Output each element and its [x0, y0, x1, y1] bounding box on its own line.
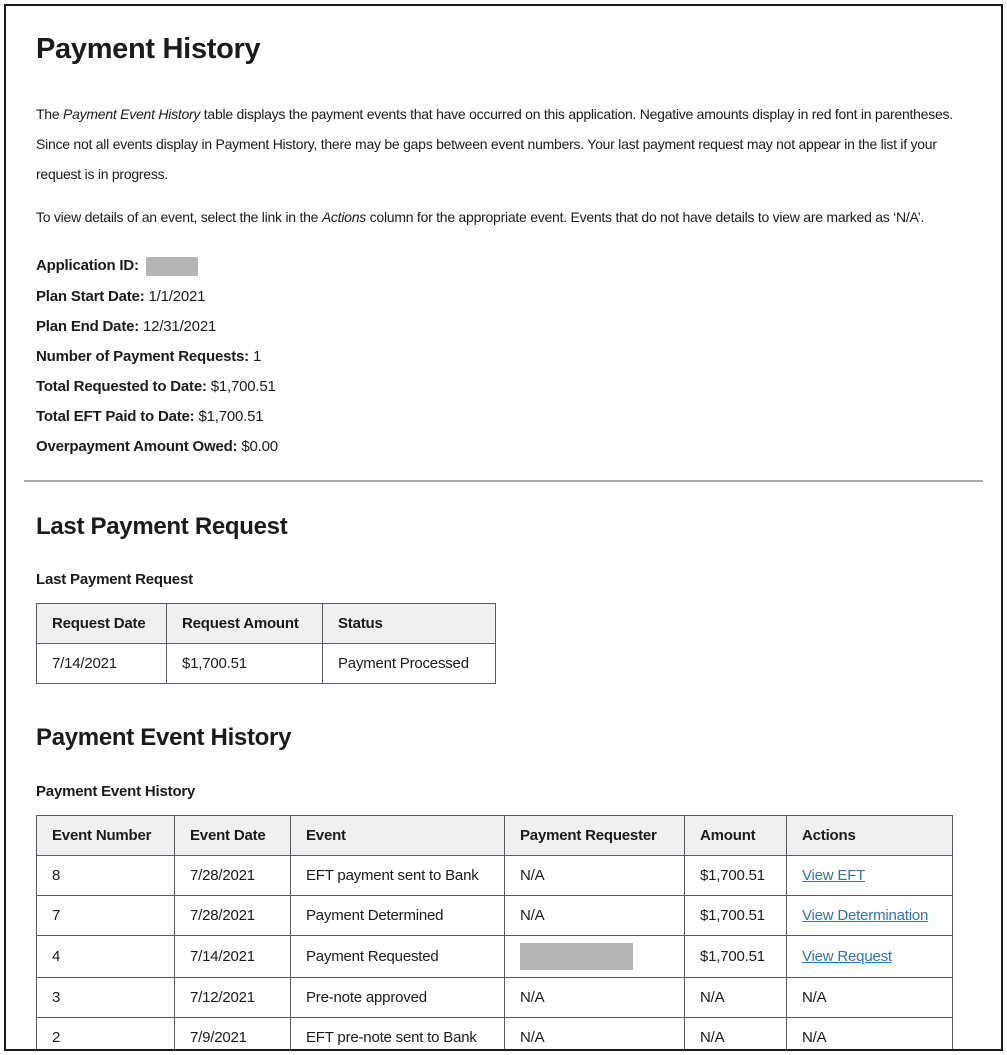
- payment-requester-cell: N/A: [505, 856, 685, 896]
- application-details: Application ID: Plan Start Date: 1/1/202…: [36, 256, 971, 456]
- detail-value: 12/31/2021: [143, 318, 216, 335]
- request-amount-cell: $1,700.51: [167, 644, 323, 684]
- payment-requester-cell: [505, 936, 685, 978]
- amount-cell: $1,700.51: [685, 936, 787, 978]
- payment-requester-cell: N/A: [505, 1018, 685, 1051]
- event-date-cell: 7/12/2021: [175, 978, 291, 1018]
- amount-cell: $1,700.51: [685, 856, 787, 896]
- detail-value: $0.00: [241, 438, 278, 455]
- event-number-cell: 8: [37, 856, 175, 896]
- column-header-event: Event: [291, 816, 505, 856]
- page-frame: Payment History The Payment Event Histor…: [4, 4, 1003, 1051]
- table-row: 2 7/9/2021 EFT pre-note sent to Bank N/A…: [37, 1018, 953, 1051]
- last-payment-request-table: Request Date Request Amount Status 7/14/…: [36, 603, 496, 684]
- event-cell: EFT payment sent to Bank: [291, 856, 505, 896]
- detail-value: $1,700.51: [211, 378, 276, 395]
- intro-paragraph-1: The Payment Event History table displays…: [36, 99, 971, 189]
- section-divider: [24, 480, 983, 482]
- event-date-cell: 7/28/2021: [175, 896, 291, 936]
- intro-p2-pre: To view details of an event, select the …: [36, 209, 322, 225]
- detail-application-id: Application ID:: [36, 256, 971, 276]
- page-content: Payment History The Payment Event Histor…: [6, 33, 1001, 1051]
- redaction-box: [146, 257, 198, 276]
- payment-requester-cell: N/A: [505, 896, 685, 936]
- event-cell: EFT pre-note sent to Bank: [291, 1018, 505, 1051]
- detail-label: Number of Payment Requests:: [36, 348, 249, 365]
- event-number-cell: 3: [37, 978, 175, 1018]
- request-date-cell: 7/14/2021: [37, 644, 167, 684]
- detail-total-eft-paid: Total EFT Paid to Date: $1,700.51: [36, 407, 971, 426]
- detail-number-of-payment-requests: Number of Payment Requests: 1: [36, 347, 971, 366]
- column-header-status: Status: [323, 604, 496, 644]
- payment-event-history-heading: Payment Event History: [36, 724, 971, 752]
- actions-cell: View Determination: [787, 896, 953, 936]
- table-row: 4 7/14/2021 Payment Requested $1,700.51 …: [37, 936, 953, 978]
- column-header-payment-requester: Payment Requester: [505, 816, 685, 856]
- detail-overpayment-owed: Overpayment Amount Owed: $0.00: [36, 437, 971, 456]
- intro-p1-italic: Payment Event History: [63, 106, 200, 122]
- detail-label: Total Requested to Date:: [36, 378, 207, 395]
- detail-value: 1: [253, 348, 261, 365]
- table-row: 8 7/28/2021 EFT payment sent to Bank N/A…: [37, 856, 953, 896]
- event-date-cell: 7/28/2021: [175, 856, 291, 896]
- detail-label: Application ID:: [36, 257, 139, 274]
- amount-cell: $1,700.51: [685, 896, 787, 936]
- event-date-cell: 7/9/2021: [175, 1018, 291, 1051]
- table-row: 3 7/12/2021 Pre-note approved N/A N/A N/…: [37, 978, 953, 1018]
- detail-plan-end-date: Plan End Date: 12/31/2021: [36, 317, 971, 336]
- view-request-link[interactable]: View Request: [802, 948, 892, 965]
- column-header-event-number: Event Number: [37, 816, 175, 856]
- payment-event-history-table: Event Number Event Date Event Payment Re…: [36, 815, 953, 1051]
- payment-event-history-caption: Payment Event History: [36, 783, 971, 800]
- redaction-box: [520, 943, 633, 970]
- detail-plan-start-date: Plan Start Date: 1/1/2021: [36, 287, 971, 306]
- view-eft-link[interactable]: View EFT: [802, 867, 865, 884]
- column-header-actions: Actions: [787, 816, 953, 856]
- event-date-cell: 7/14/2021: [175, 936, 291, 978]
- detail-label: Total EFT Paid to Date:: [36, 408, 194, 425]
- view-determination-link[interactable]: View Determination: [802, 907, 928, 924]
- event-number-cell: 7: [37, 896, 175, 936]
- actions-cell: N/A: [787, 1018, 953, 1051]
- last-payment-request-heading: Last Payment Request: [36, 513, 971, 541]
- detail-value: 1/1/2021: [148, 288, 205, 305]
- actions-cell: View EFT: [787, 856, 953, 896]
- status-cell: Payment Processed: [323, 644, 496, 684]
- actions-cell: View Request: [787, 936, 953, 978]
- event-number-cell: 2: [37, 1018, 175, 1051]
- event-cell: Payment Requested: [291, 936, 505, 978]
- detail-value: $1,700.51: [198, 408, 263, 425]
- detail-total-requested: Total Requested to Date: $1,700.51: [36, 377, 971, 396]
- column-header-request-date: Request Date: [37, 604, 167, 644]
- event-number-cell: 4: [37, 936, 175, 978]
- amount-cell: N/A: [685, 1018, 787, 1051]
- intro-p2-italic: Actions: [322, 209, 366, 225]
- table-row: 7/14/2021 $1,700.51 Payment Processed: [37, 644, 496, 684]
- detail-label: Plan Start Date:: [36, 288, 145, 305]
- column-header-request-amount: Request Amount: [167, 604, 323, 644]
- table-row: 7 7/28/2021 Payment Determined N/A $1,70…: [37, 896, 953, 936]
- event-cell: Payment Determined: [291, 896, 505, 936]
- column-header-amount: Amount: [685, 816, 787, 856]
- last-payment-request-caption: Last Payment Request: [36, 571, 971, 588]
- payment-requester-cell: N/A: [505, 978, 685, 1018]
- intro-p2-post: column for the appropriate event. Events…: [366, 209, 924, 225]
- detail-label: Plan End Date:: [36, 318, 139, 335]
- detail-label: Overpayment Amount Owed:: [36, 438, 237, 455]
- intro-p1-pre: The: [36, 106, 63, 122]
- intro-paragraph-2: To view details of an event, select the …: [36, 202, 971, 232]
- column-header-event-date: Event Date: [175, 816, 291, 856]
- actions-cell: N/A: [787, 978, 953, 1018]
- page-title: Payment History: [36, 33, 971, 66]
- table-header-row: Request Date Request Amount Status: [37, 604, 496, 644]
- event-cell: Pre-note approved: [291, 978, 505, 1018]
- table-header-row: Event Number Event Date Event Payment Re…: [37, 816, 953, 856]
- amount-cell: N/A: [685, 978, 787, 1018]
